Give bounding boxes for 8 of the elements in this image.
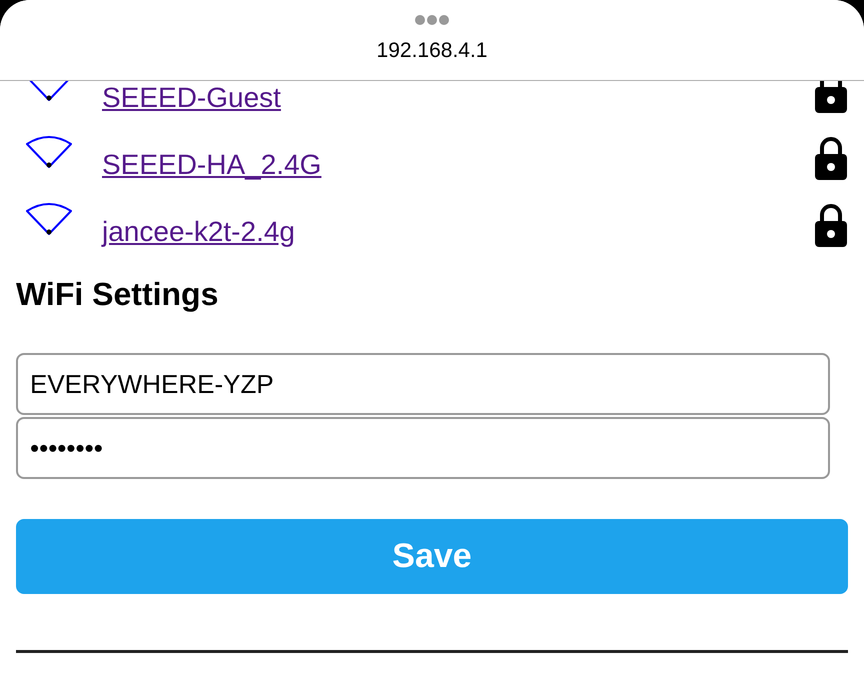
password-input[interactable]: •••••••• <box>16 417 830 479</box>
url-text[interactable]: 192.168.4.1 <box>376 39 488 63</box>
network-link[interactable]: jancee-k2t-2.4g <box>102 216 814 248</box>
more-icon[interactable] <box>414 14 450 26</box>
ssid-input[interactable]: EVERYWHERE-YZP <box>16 353 830 415</box>
network-link[interactable]: SEEED-Guest <box>102 82 814 114</box>
section-title: WiFi Settings <box>16 276 220 313</box>
network-link[interactable]: SEEED-HA_2.4G <box>102 148 814 180</box>
